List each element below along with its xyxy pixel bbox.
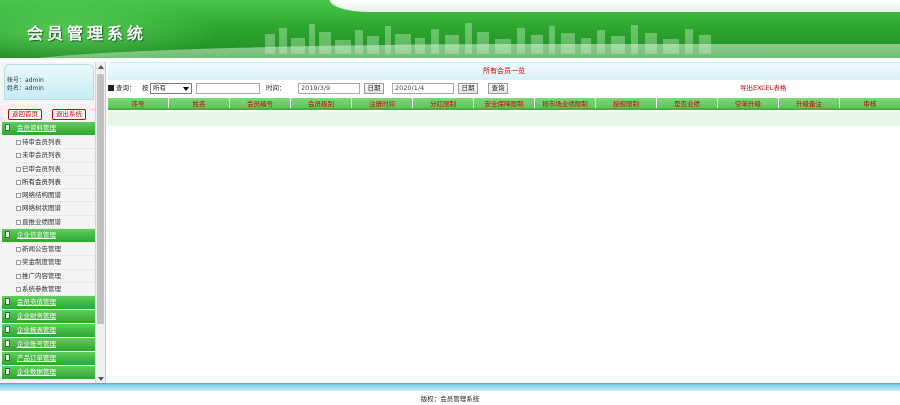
search-button[interactable]: 查询 — [488, 83, 508, 94]
export-excel-link[interactable]: 导出EXCEL表格 — [740, 82, 786, 95]
menu-group-recharge[interactable]: 会员充值管理 — [2, 296, 95, 310]
main-content: 所有会员一览 查询： 按 所有 时间： 2019/3/9 日期 2020/1/4… — [108, 60, 900, 383]
column-header[interactable]: 升级备注 — [779, 98, 840, 108]
menu-item-network-structure[interactable]: 网络结构图谱 — [16, 189, 95, 203]
app-title: 会员管理系统 — [27, 24, 148, 43]
column-header[interactable]: 会员编号 — [230, 98, 291, 108]
menu-group-reports[interactable]: 企业报表管理 — [2, 324, 95, 338]
user-name: 姓名：admin — [7, 85, 44, 92]
menu-item-promotion[interactable]: 推广内容管理 — [16, 270, 95, 283]
column-header[interactable]: 安全保障限制 — [474, 98, 535, 108]
column-header[interactable]: 按市场业绩限制 — [535, 98, 596, 108]
column-header[interactable]: 授权限制 — [596, 98, 657, 108]
query-bar: 查询： 按 所有 时间： 2019/3/9 日期 2020/1/4 日期 查询 … — [108, 82, 900, 95]
sidebar-button-row: 返回首页 退出系统 — [6, 109, 96, 121]
column-header[interactable]: 姓名 — [169, 98, 230, 108]
menu-group-enterprise-info[interactable]: 企业信息管理 — [2, 229, 95, 243]
bullet-icon — [16, 286, 21, 292]
square-bullet-icon — [108, 85, 114, 91]
bullet-icon — [16, 260, 21, 266]
folder-icon — [5, 231, 10, 239]
bullet-icon — [16, 206, 21, 212]
sidebar-menu: 会员资料管理 待审会员列表 未审会员列表 已审会员列表 所有会员列表 网络结构图… — [2, 122, 95, 380]
chevron-down-icon — [183, 87, 189, 91]
by-label: 按 — [142, 84, 149, 92]
menu-item-unreviewed-members[interactable]: 未审会员列表 — [16, 149, 95, 163]
query-label: 查询： — [116, 84, 136, 92]
copyright: 版权：会员管理系统 — [420, 395, 480, 403]
menu-item-network-tree[interactable]: 网络树状图谱 — [16, 202, 95, 216]
menu-group-member-data[interactable]: 会员资料管理 — [2, 122, 95, 135]
footer-bar — [0, 383, 900, 391]
header-top-strip — [330, 0, 900, 12]
scrollbar-thumb[interactable] — [97, 74, 104, 324]
menu-item-bonus-rules[interactable]: 奖金制度管理 — [16, 256, 95, 270]
column-header[interactable]: 审核 — [840, 98, 900, 108]
folder-icon — [5, 354, 10, 362]
bullet-icon — [16, 273, 21, 279]
menu-item-reviewed-members[interactable]: 已审会员列表 — [16, 163, 95, 176]
end-date-input[interactable]: 2020/1/4 — [392, 83, 454, 94]
menu-group-accounts[interactable]: 企业账号管理 — [2, 338, 95, 352]
menu-group-finance[interactable]: 企业财务管理 — [2, 310, 95, 324]
column-header[interactable]: 是否业绩 — [657, 98, 718, 108]
start-date-button[interactable]: 日期 — [364, 83, 384, 94]
folder-icon — [5, 368, 10, 376]
sidebar-scrollbar[interactable] — [95, 62, 105, 384]
scroll-up-icon[interactable] — [98, 65, 104, 69]
page-title: 所有会员一览 — [108, 62, 900, 80]
folder-icon — [5, 124, 10, 131]
home-button[interactable]: 返回首页 — [8, 109, 42, 120]
user-account: 帐号：admin — [7, 77, 44, 84]
bullet-icon — [16, 153, 21, 159]
menu-item-all-members[interactable]: 所有会员列表 — [16, 176, 95, 190]
logout-button[interactable]: 退出系统 — [52, 109, 86, 120]
bullet-icon — [16, 247, 21, 253]
menu-item-system-params[interactable]: 系统参数管理 — [16, 283, 95, 297]
keyword-input[interactable] — [196, 83, 260, 94]
member-table-empty-row — [108, 112, 900, 126]
bullet-icon — [16, 140, 21, 145]
query-type-select[interactable]: 所有 — [150, 83, 192, 94]
folder-icon — [5, 298, 10, 306]
column-header[interactable]: 序号 — [108, 98, 169, 108]
bullet-icon — [16, 219, 21, 225]
column-header[interactable]: 空单升级 — [718, 98, 779, 108]
column-header[interactable]: 会员级别 — [291, 98, 352, 108]
menu-item-news[interactable]: 新闻公告管理 — [16, 243, 95, 257]
member-table-header: 序号 姓名 会员编号 会员级别 注册时间 分红限制 安全保障限制 按市场业绩限制… — [108, 98, 900, 110]
scroll-down-icon[interactable] — [98, 377, 104, 381]
menu-group-data[interactable]: 企业数据管理 — [2, 366, 95, 380]
start-date-input[interactable]: 2019/3/9 — [298, 83, 360, 94]
app-header: 会员管理系统 — [0, 0, 900, 58]
bullet-icon — [16, 193, 21, 199]
folder-icon — [5, 312, 10, 320]
folder-icon — [5, 340, 10, 348]
bullet-icon — [16, 179, 21, 185]
user-info-box: 帐号：admin 姓名：admin — [4, 64, 94, 100]
time-label: 时间： — [266, 84, 286, 92]
bullet-icon — [16, 166, 21, 172]
menu-item-pending-members[interactable]: 待审会员列表 — [16, 136, 95, 150]
folder-icon — [5, 326, 10, 334]
end-date-button[interactable]: 日期 — [458, 83, 478, 94]
column-header[interactable]: 分红限制 — [413, 98, 474, 108]
sidebar: 帐号：admin 姓名：admin 返回首页 退出系统 会员资料管理 待审会员列… — [0, 62, 106, 384]
menu-item-direct-performance[interactable]: 直推业绩图谱 — [16, 216, 95, 230]
menu-group-orders[interactable]: 产品订单管理 — [2, 352, 95, 366]
column-header[interactable]: 注册时间 — [352, 98, 413, 108]
